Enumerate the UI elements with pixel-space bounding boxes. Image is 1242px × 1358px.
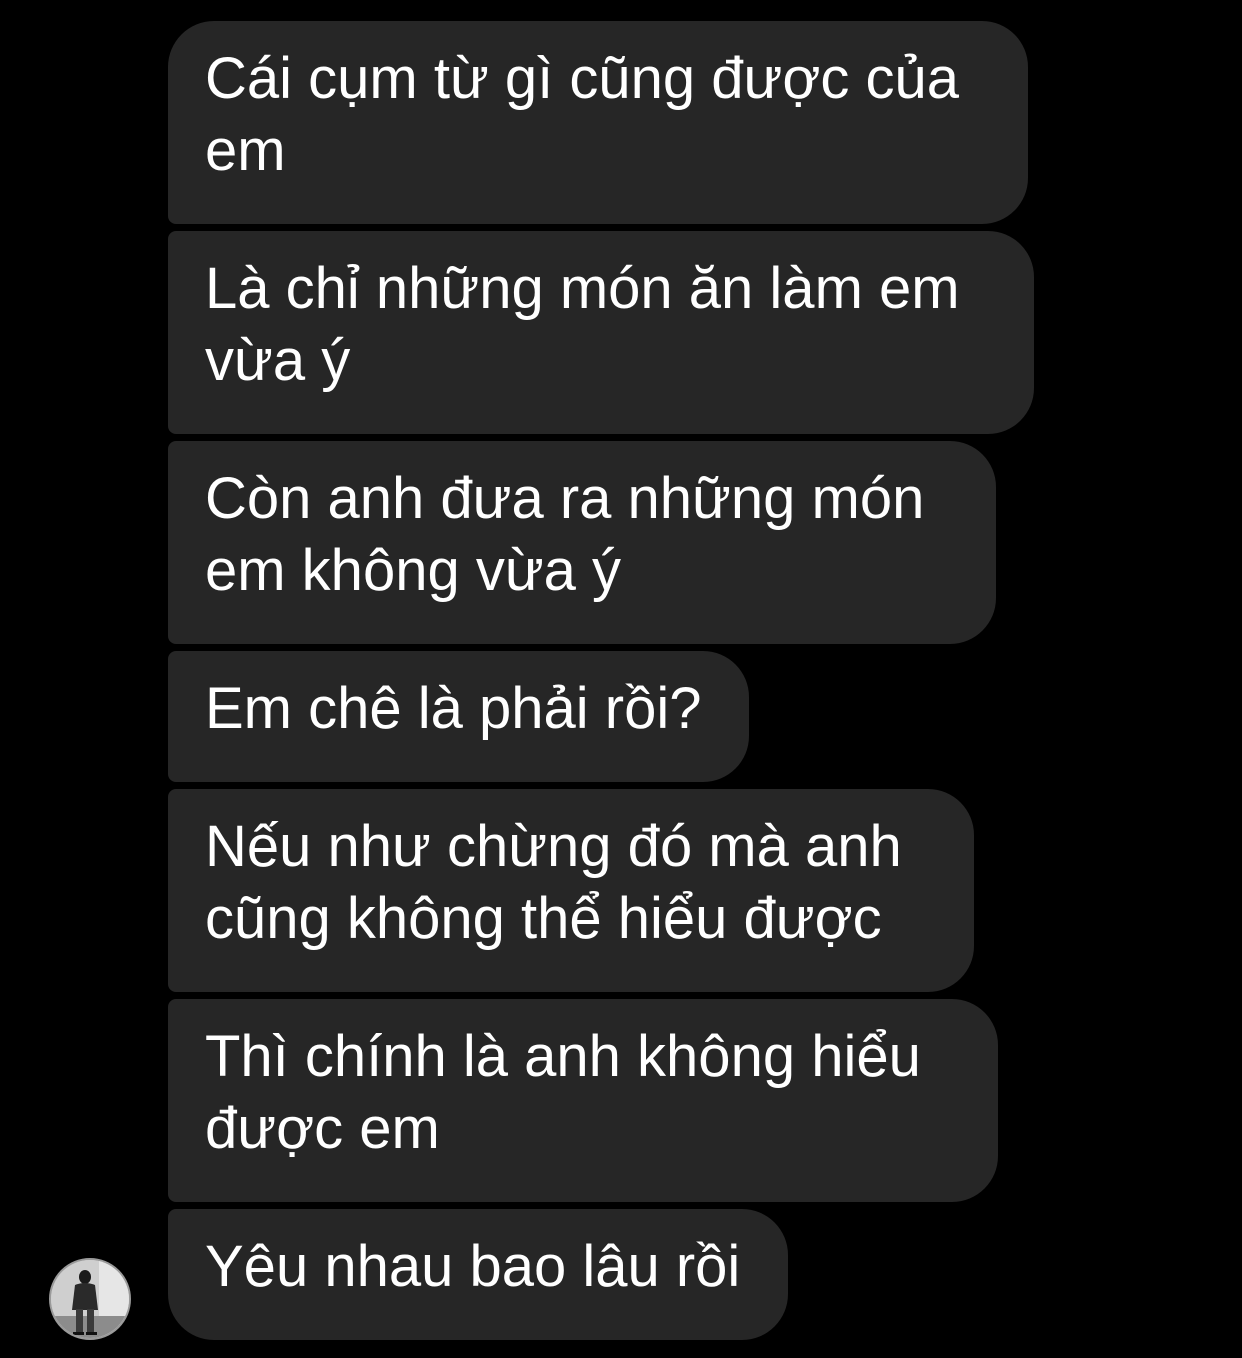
message-bubble[interactable]: Thì chính là anh không hiểu được em [168,999,998,1202]
message-bubble[interactable]: Nếu như chừng đó mà anh cũng không thể h… [168,789,974,992]
message-bubble[interactable]: Em chê là phải rồi? [168,651,749,782]
message-bubble[interactable]: Còn anh đưa ra những món em không vừa ý [168,441,996,644]
message-bubble[interactable]: Cái cụm từ gì cũng được của em [168,21,1028,224]
sender-avatar[interactable] [49,1258,131,1340]
message-bubble[interactable]: Yêu nhau bao lâu rồi [168,1209,788,1340]
message-bubble[interactable]: Là chỉ những món ăn làm em vừa ý [168,231,1034,434]
profile-photo-avatar-icon [51,1260,129,1338]
message-thread: Cái cụm từ gì cũng được của em Là chỉ nh… [0,0,1242,1358]
